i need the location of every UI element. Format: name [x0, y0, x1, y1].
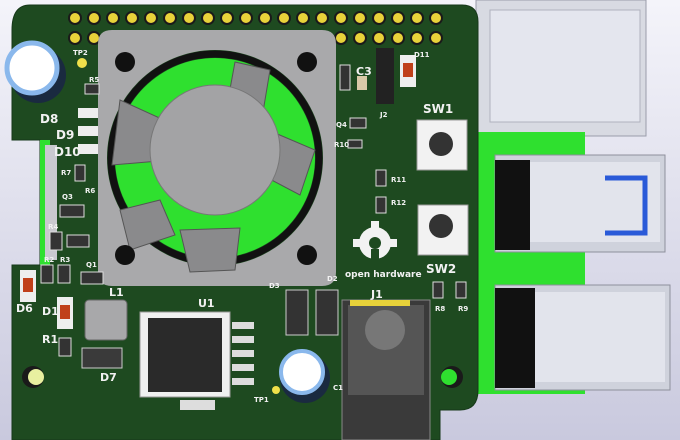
label-u1: U1 — [198, 297, 215, 310]
gpio-pad — [68, 11, 82, 25]
label-j2: J2 — [380, 111, 388, 119]
switch-sw2 — [417, 204, 469, 256]
gpio-pad — [125, 11, 139, 25]
label-tp1: TP1 — [254, 396, 269, 404]
gpio-pad — [410, 31, 424, 45]
gpio-pad — [429, 11, 443, 25]
label-sw1: SW1 — [423, 102, 454, 116]
label-c3: C3 — [356, 65, 372, 78]
label-d6: D6 — [16, 302, 33, 315]
gpio-pad — [334, 31, 348, 45]
gpio-pad — [410, 11, 424, 25]
gpio-pad — [277, 11, 291, 25]
label-sw2: SW2 — [426, 262, 457, 276]
label-r1: R1 — [42, 333, 59, 346]
gpio-pad — [372, 31, 386, 45]
gpio-pad — [315, 11, 329, 25]
label-l1: L1 — [109, 286, 124, 299]
label-q1: Q1 — [86, 261, 97, 269]
inductor-l1 — [84, 299, 128, 341]
label-r7: R7 — [61, 169, 72, 177]
label-d10: D10 — [54, 145, 81, 159]
open-hardware-text: open hardware — [345, 270, 422, 280]
switch-sw1 — [416, 119, 468, 171]
gpio-pad — [220, 11, 234, 25]
label-r4: R4 — [48, 223, 59, 231]
label-r10: R10 — [334, 141, 350, 149]
label-r5: R5 — [89, 76, 100, 84]
gpio-pad — [144, 11, 158, 25]
label-r11: R11 — [391, 176, 407, 184]
gpio-pad — [353, 31, 367, 45]
gpio-pad — [372, 11, 386, 25]
label-r3: R3 — [60, 256, 71, 264]
diode-d7 — [81, 347, 123, 369]
gpio-pad — [391, 31, 405, 45]
gpio-pad — [353, 11, 367, 25]
label-d11: D11 — [414, 51, 430, 59]
label-r8: R8 — [435, 305, 446, 313]
gpio-pad — [429, 31, 443, 45]
label-r2: R2 — [44, 256, 55, 264]
gpio-pad — [239, 11, 253, 25]
gpio-pad — [201, 11, 215, 25]
gpio-pad — [296, 11, 310, 25]
label-d2: D2 — [327, 275, 338, 283]
label-r12: R12 — [391, 199, 407, 207]
gpio-pad — [334, 11, 348, 25]
label-d3: D3 — [269, 282, 280, 290]
gpio-pad — [391, 11, 405, 25]
gpio-pad — [87, 11, 101, 25]
label-r6: R6 — [85, 187, 96, 195]
label-d9: D9 — [56, 128, 75, 142]
gpio-pad — [106, 11, 120, 25]
label-tp2: TP2 — [73, 49, 88, 57]
gpio-pad — [182, 11, 196, 25]
label-q4: Q4 — [336, 121, 347, 129]
label-j1: J1 — [371, 288, 383, 301]
gpio-pad — [68, 31, 82, 45]
gpio-pad — [258, 11, 272, 25]
label-c1: C1 — [333, 384, 344, 392]
label-d1: D1 — [42, 305, 59, 318]
gpio-pad — [163, 11, 177, 25]
label-d8: D8 — [40, 112, 59, 126]
label-r9: R9 — [458, 305, 469, 313]
label-d7: D7 — [100, 371, 117, 384]
label-q3: Q3 — [62, 193, 73, 201]
